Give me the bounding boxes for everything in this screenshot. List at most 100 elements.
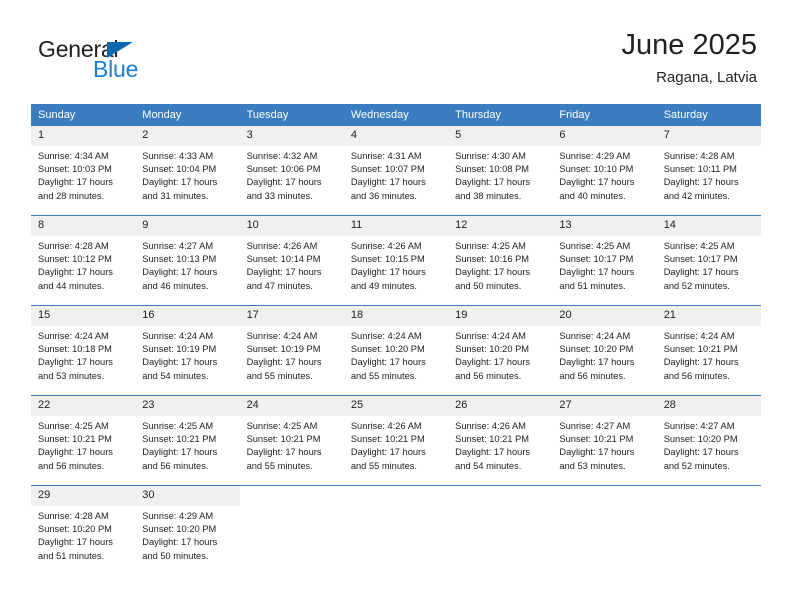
sunrise-text: Sunrise: 4:28 AM [38,241,109,251]
sunrise-text: Sunrise: 4:29 AM [559,151,631,161]
day-cell[interactable]: 29 Sunrise: 4:28 AM Sunset: 10:20 PM Day… [31,485,136,575]
day-cell[interactable]: 26 Sunrise: 4:26 AM Sunset: 10:21 PM Day… [448,395,553,486]
day-details: Sunrise: 4:28 AM Sunset: 10:12 PM Daylig… [31,236,135,293]
day-details: Sunrise: 4:25 AM Sunset: 10:21 PM Daylig… [31,416,135,473]
daylight-text-line2: and 42 minutes. [663,190,730,201]
calendar-week-row: 1 Sunrise: 4:34 AM Sunset: 10:03 PM Dayl… [31,126,761,216]
daylight-text-line1: Daylight: 17 hours [142,177,218,188]
day-cell[interactable]: 7 Sunrise: 4:28 AM Sunset: 10:11 PM Dayl… [656,126,761,216]
sunrise-text: Sunrise: 4:28 AM [38,511,109,521]
sunrise-text: Sunrise: 4:26 AM [350,421,422,431]
sunrise-text: Sunrise: 4:29 AM [142,511,214,521]
day-cell[interactable]: 2 Sunrise: 4:33 AM Sunset: 10:04 PM Dayl… [135,126,240,216]
daylight-text-line2: and 55 minutes. [350,460,417,471]
day-cell-empty [656,485,761,575]
day-cell[interactable]: 9 Sunrise: 4:27 AM Sunset: 10:13 PM Dayl… [135,215,240,306]
daylight-text-line1: Daylight: 17 hours [246,177,322,188]
day-number: 2 [135,126,240,146]
daylight-text-line1: Daylight: 17 hours [663,177,739,188]
day-details: Sunrise: 4:25 AM Sunset: 10:17 PM Daylig… [552,236,656,293]
day-cell[interactable]: 16 Sunrise: 4:24 AM Sunset: 10:19 PM Day… [135,305,240,396]
daylight-text-line2: and 55 minutes. [246,370,313,381]
daylight-text-line2: and 47 minutes. [246,280,313,291]
daylight-text-line1: Daylight: 17 hours [455,447,531,458]
day-cell[interactable]: 20 Sunrise: 4:24 AM Sunset: 10:20 PM Day… [552,305,657,396]
day-cell[interactable]: 4 Sunrise: 4:31 AM Sunset: 10:07 PM Dayl… [343,126,449,216]
logo-text-blue: Blue [93,56,139,82]
day-cell[interactable]: 17 Sunrise: 4:24 AM Sunset: 10:19 PM Day… [239,305,344,396]
day-number: 16 [135,306,240,326]
day-cell[interactable]: 24 Sunrise: 4:25 AM Sunset: 10:21 PM Day… [239,395,344,486]
sunset-text: Sunset: 10:21 PM [38,434,112,445]
day-cell[interactable]: 6 Sunrise: 4:29 AM Sunset: 10:10 PM Dayl… [552,126,657,216]
day-details: Sunrise: 4:24 AM Sunset: 10:18 PM Daylig… [31,326,135,383]
daylight-text-line2: and 56 minutes. [663,370,730,381]
day-number: 10 [239,216,344,236]
day-cell[interactable]: 14 Sunrise: 4:25 AM Sunset: 10:17 PM Day… [656,215,761,306]
weekday-header-monday: Monday [135,104,240,126]
sunrise-text: Sunrise: 4:26 AM [455,421,526,431]
daylight-text-line1: Daylight: 17 hours [142,267,218,278]
day-number: 1 [31,126,136,146]
day-cell[interactable]: 12 Sunrise: 4:25 AM Sunset: 10:16 PM Day… [448,215,553,306]
daylight-text-line2: and 46 minutes. [142,280,209,291]
day-cell[interactable]: 11 Sunrise: 4:26 AM Sunset: 10:15 PM Day… [343,215,449,306]
day-cell[interactable]: 10 Sunrise: 4:26 AM Sunset: 10:14 PM Day… [239,215,344,306]
day-cell[interactable]: 13 Sunrise: 4:25 AM Sunset: 10:17 PM Day… [552,215,657,306]
general-blue-logo[interactable]: General Blue [38,36,168,84]
daylight-text-line1: Daylight: 17 hours [559,357,635,368]
day-cell[interactable]: 22 Sunrise: 4:25 AM Sunset: 10:21 PM Day… [31,395,136,486]
sunset-text: Sunset: 10:04 PM [142,164,217,175]
sunset-text: Sunset: 10:14 PM [246,254,321,265]
sunrise-text: Sunrise: 4:25 AM [663,241,735,251]
sunset-text: Sunset: 10:20 PM [350,344,425,355]
day-cell[interactable]: 25 Sunrise: 4:26 AM Sunset: 10:21 PM Day… [343,395,449,486]
weekday-header-saturday: Saturday [656,104,761,126]
daylight-text-line2: and 56 minutes. [559,370,626,381]
day-number: 14 [656,216,761,236]
day-cell[interactable]: 27 Sunrise: 4:27 AM Sunset: 10:21 PM Day… [552,395,657,486]
day-number: 7 [656,126,761,146]
sunset-text: Sunset: 10:19 PM [142,344,217,355]
day-number: 22 [31,396,136,416]
day-number: 17 [239,306,344,326]
weekday-header-wednesday: Wednesday [343,104,449,126]
daylight-text-line2: and 51 minutes. [559,280,626,291]
day-cell[interactable]: 18 Sunrise: 4:24 AM Sunset: 10:20 PM Day… [343,305,449,396]
day-cell[interactable]: 5 Sunrise: 4:30 AM Sunset: 10:08 PM Dayl… [448,126,553,216]
day-cell[interactable]: 1 Sunrise: 4:34 AM Sunset: 10:03 PM Dayl… [31,126,136,216]
day-cell[interactable]: 21 Sunrise: 4:24 AM Sunset: 10:21 PM Day… [656,305,761,396]
day-cell[interactable]: 28 Sunrise: 4:27 AM Sunset: 10:20 PM Day… [656,395,761,486]
day-details: Sunrise: 4:24 AM Sunset: 10:21 PM Daylig… [657,326,761,383]
sunrise-text: Sunrise: 4:24 AM [38,331,109,341]
day-cell[interactable]: 23 Sunrise: 4:25 AM Sunset: 10:21 PM Day… [135,395,240,486]
day-cell[interactable]: 15 Sunrise: 4:24 AM Sunset: 10:18 PM Day… [31,305,136,396]
day-cell[interactable]: 19 Sunrise: 4:24 AM Sunset: 10:20 PM Day… [448,305,553,396]
sunrise-text: Sunrise: 4:24 AM [246,331,318,341]
day-details: Sunrise: 4:24 AM Sunset: 10:20 PM Daylig… [448,326,552,383]
daylight-text-line1: Daylight: 17 hours [455,357,531,368]
day-cell[interactable]: 8 Sunrise: 4:28 AM Sunset: 10:12 PM Dayl… [31,215,136,306]
sunrise-text: Sunrise: 4:27 AM [142,241,214,251]
daylight-text-line1: Daylight: 17 hours [559,267,635,278]
day-details: Sunrise: 4:25 AM Sunset: 10:21 PM Daylig… [135,416,239,473]
daylight-text-line1: Daylight: 17 hours [142,537,218,548]
day-number: 4 [343,126,449,146]
daylight-text-line1: Daylight: 17 hours [38,447,113,458]
sunrise-text: Sunrise: 4:25 AM [142,421,214,431]
day-details: Sunrise: 4:29 AM Sunset: 10:20 PM Daylig… [135,506,239,563]
day-number: 12 [448,216,553,236]
calendar-week-row: 8 Sunrise: 4:28 AM Sunset: 10:12 PM Dayl… [31,215,761,306]
daylight-text-line2: and 53 minutes. [559,460,626,471]
day-number: 19 [448,306,553,326]
day-cell-empty [448,485,553,575]
day-cell[interactable]: 30 Sunrise: 4:29 AM Sunset: 10:20 PM Day… [135,485,240,575]
sunset-text: Sunset: 10:13 PM [142,254,217,265]
day-details: Sunrise: 4:25 AM Sunset: 10:16 PM Daylig… [448,236,552,293]
day-number [552,486,656,506]
sunset-text: Sunset: 10:21 PM [559,434,634,445]
sunset-text: Sunset: 10:21 PM [350,434,425,445]
day-cell[interactable]: 3 Sunrise: 4:32 AM Sunset: 10:06 PM Dayl… [239,126,344,216]
day-details: Sunrise: 4:26 AM Sunset: 10:14 PM Daylig… [240,236,344,293]
day-details: Sunrise: 4:29 AM Sunset: 10:10 PM Daylig… [552,146,656,203]
